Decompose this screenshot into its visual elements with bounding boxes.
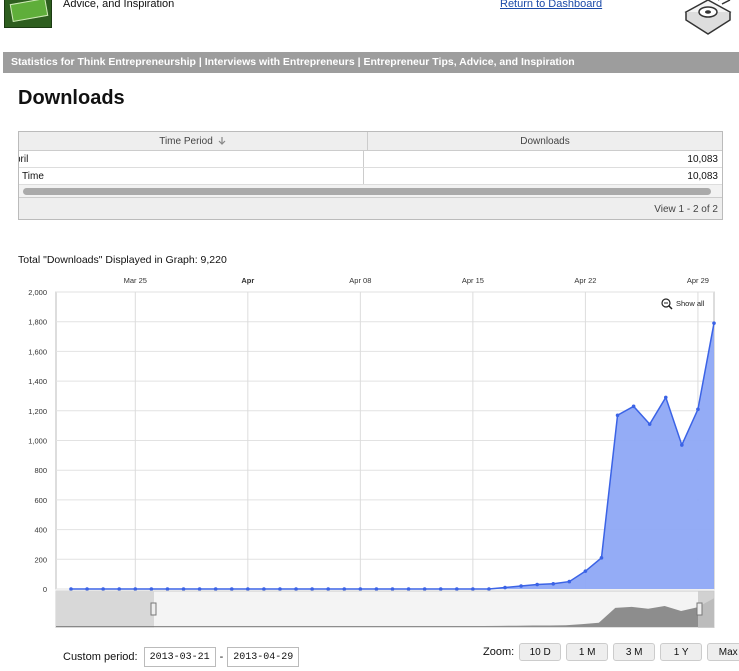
site-logo [4, 0, 52, 28]
cell-downloads: 10,083 [687, 153, 718, 165]
data-point [631, 404, 636, 409]
table-row[interactable]: ll Time 10,083 [19, 168, 722, 185]
data-point [246, 587, 250, 591]
data-point [712, 321, 716, 325]
data-point [374, 587, 379, 591]
data-point [680, 443, 684, 447]
x-tick-label: Apr 08 [349, 276, 371, 285]
grid-header: Time Period Downloads [19, 132, 722, 151]
zoom-controls: Zoom: 10 D 1 M 3 M 1 Y Max [483, 643, 739, 661]
data-point [149, 587, 154, 591]
data-point [342, 587, 347, 591]
data-point [294, 587, 298, 591]
data-point [487, 587, 491, 591]
x-tick-label: Mar 25 [124, 276, 147, 285]
table-row[interactable]: pril 10,083 [19, 151, 722, 168]
data-point [326, 587, 331, 591]
y-tick-label: 1,000 [28, 437, 47, 446]
zoom-10d-button[interactable]: 10 D [519, 643, 562, 661]
y-tick-label: 200 [34, 555, 47, 564]
data-point [696, 407, 700, 412]
cell-downloads: 10,083 [687, 170, 718, 182]
y-tick-label: 1,200 [28, 407, 47, 416]
data-point [503, 585, 507, 590]
data-point [310, 587, 314, 591]
cell-period: ll Time [19, 168, 364, 184]
data-point [358, 587, 363, 591]
downloads-grid: Time Period Downloads pril 10,083 ll Tim… [18, 131, 723, 220]
x-tick-label: Apr 22 [574, 276, 596, 285]
zoom-label: Zoom: [483, 646, 515, 658]
data-point [181, 587, 186, 591]
y-tick-label: 400 [34, 526, 47, 535]
data-point [535, 582, 539, 587]
zoom-1y-button[interactable]: 1 Y [660, 643, 703, 661]
data-point [197, 587, 202, 591]
data-point [567, 579, 572, 584]
data-point [599, 556, 604, 560]
data-point [165, 587, 170, 591]
data-point [213, 587, 218, 591]
scrollbar-thumb[interactable] [23, 188, 712, 195]
console-logo-icon [684, 0, 732, 35]
y-tick-label: 800 [34, 466, 47, 475]
x-tick-label: Apr 15 [462, 276, 484, 285]
downloads-area-chart: 2,000 1,800 1,600 1,400 1,200 1,000 800 600 400 2… [28, 276, 716, 628]
return-to-dashboard-link[interactable]: Return to Dashboard [500, 0, 602, 10]
data-point [390, 587, 395, 591]
data-point [69, 587, 73, 591]
site-tagline: Advice, and Inspiration [63, 0, 175, 10]
zoom-1m-button[interactable]: 1 M [566, 643, 609, 661]
data-point [615, 413, 620, 418]
navigator-handle-right[interactable] [696, 602, 703, 616]
horizontal-scrollbar[interactable] [19, 185, 722, 198]
data-point [101, 587, 105, 591]
y-tick-label: 0 [43, 585, 47, 594]
y-tick-label: 1,600 [28, 347, 47, 356]
custom-period-label: Custom period: [63, 651, 138, 663]
data-point [262, 587, 266, 591]
x-tick-label: Apr 29 [687, 276, 709, 285]
data-point [85, 587, 89, 591]
data-point [422, 587, 427, 591]
data-point [663, 395, 668, 400]
sort-arrow-icon [218, 137, 226, 145]
date-range-dash: - [219, 651, 224, 663]
top-banner: Advice, and Inspiration Return to Dashbo… [0, 0, 739, 48]
page-title: Downloads [18, 87, 125, 109]
col-time-period-label: Time Period [159, 135, 213, 147]
data-point [438, 587, 443, 591]
cell-period: pril [19, 151, 364, 167]
data-point [278, 587, 282, 591]
y-tick-label: 1,400 [28, 377, 47, 386]
zoom-3m-button[interactable]: 3 M [613, 643, 656, 661]
y-tick-label: 600 [34, 496, 47, 505]
col-downloads[interactable]: Downloads [368, 132, 722, 150]
data-point [519, 584, 523, 588]
stats-title-bar: Statistics for Think Entrepreneurship | … [3, 52, 739, 73]
navigator-mask-left [56, 591, 154, 628]
data-point [583, 569, 588, 573]
data-point [133, 587, 138, 591]
data-point [406, 587, 411, 591]
data-point [471, 587, 475, 591]
zoom-max-button[interactable]: Max [707, 643, 739, 661]
total-downloads-label: Total "Downloads" Displayed in Graph: 9,… [18, 254, 227, 266]
col-time-period[interactable]: Time Period [19, 132, 368, 150]
data-point [551, 582, 556, 586]
y-tick-label: 1,800 [28, 318, 47, 327]
data-point [647, 422, 652, 426]
data-point [455, 587, 459, 591]
data-point [117, 587, 122, 591]
y-tick-label: 2,000 [28, 288, 47, 297]
date-from-input[interactable]: 2013-03-21 [143, 647, 216, 667]
date-to-input[interactable]: 2013-04-29 [227, 647, 300, 667]
x-tick-label: Apr [241, 276, 254, 285]
show-all-link[interactable]: Show all [676, 299, 705, 308]
data-point [229, 587, 234, 591]
grid-pager: View 1 - 2 of 2 [19, 198, 722, 219]
navigator-handle-left[interactable] [150, 602, 157, 616]
custom-period: Custom period: 2013-03-21 - 2013-04-29 [63, 647, 300, 667]
